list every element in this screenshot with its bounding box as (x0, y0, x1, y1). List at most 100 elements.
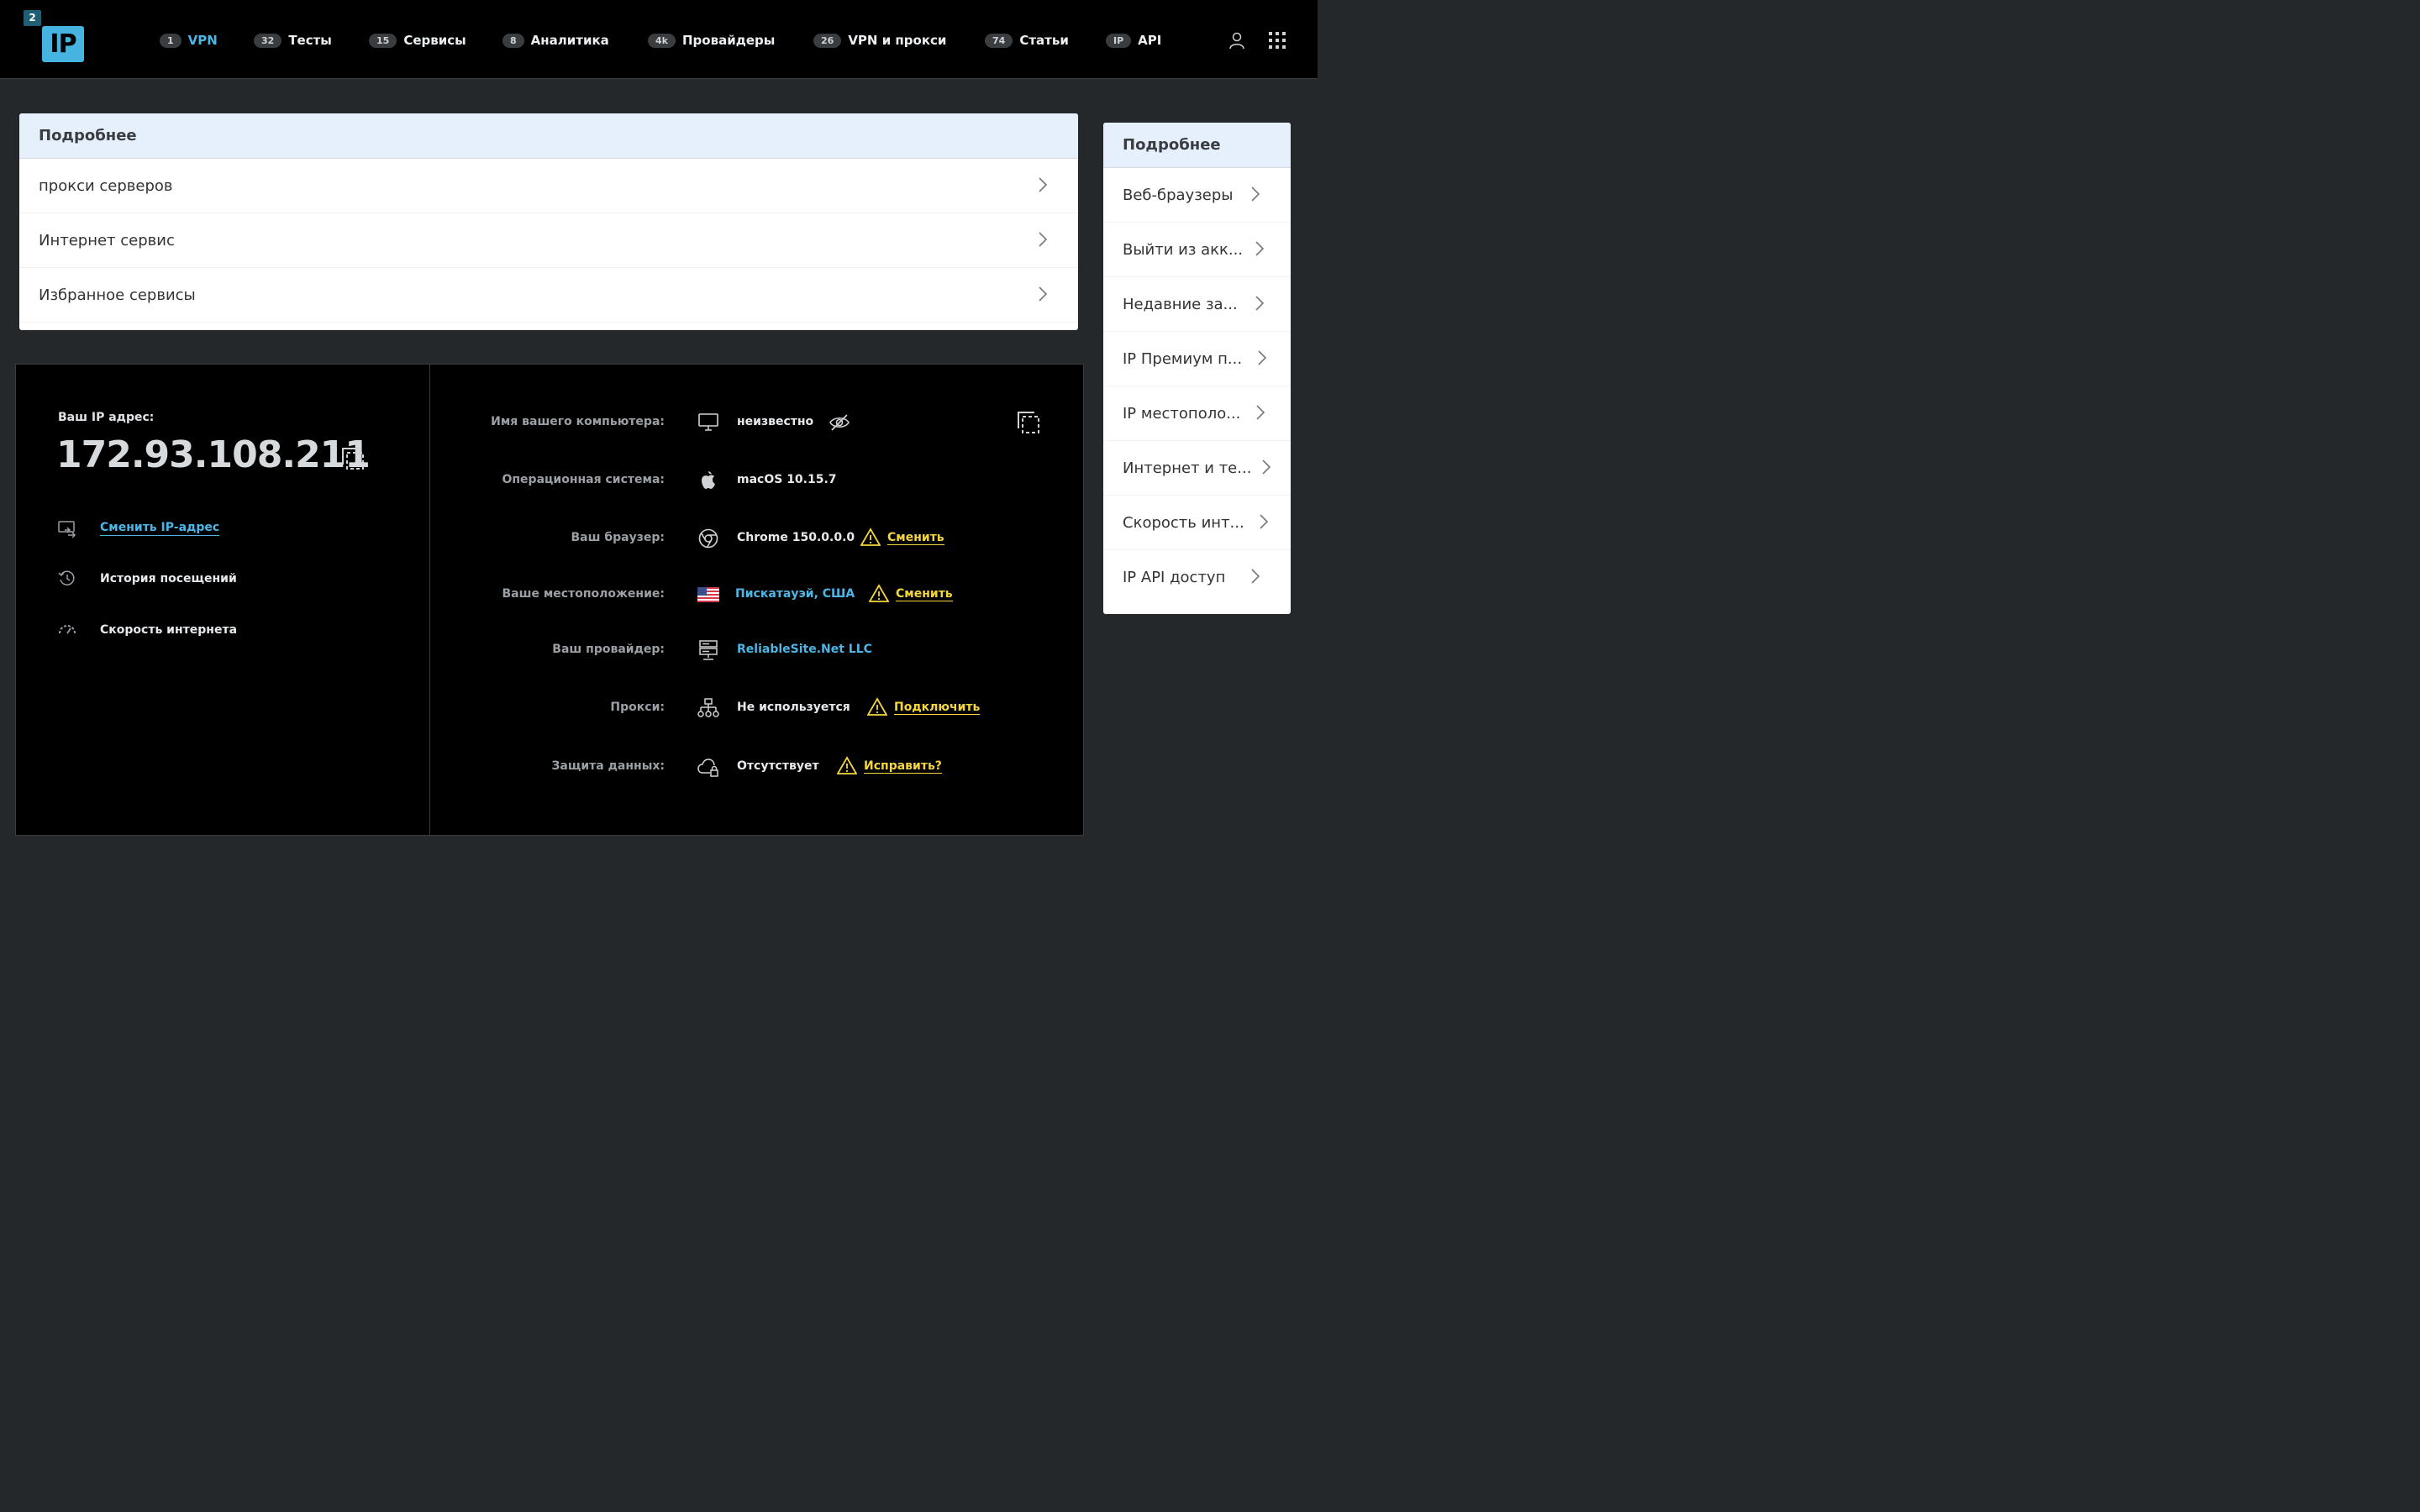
proxy-label: Прокси: (610, 701, 665, 714)
speed-link[interactable]: Скорость интернета (58, 621, 237, 639)
ip-info-panel: Ваш IP адрес: 172.93.108.211 Сменить IP-… (15, 364, 1084, 836)
info-row-computer-name: Имя вашего компьютера: неизвестно (430, 410, 1082, 435)
chevron-right-icon (1258, 350, 1267, 365)
card-item-internet-service[interactable]: Интернет сервис (19, 213, 1078, 268)
info-row-os: Операционная система: macOS 10.15.7 (430, 468, 1082, 493)
side-item-label: Выйти из акк... (1123, 240, 1244, 259)
nav-label: VPN (187, 33, 218, 48)
top-header: 2 IP 1 VPN 32 Тесты 15 Сервисы 8 Аналити… (0, 0, 1318, 79)
protection-value: Отсутствует (737, 759, 819, 773)
nav-badge: 74 (985, 33, 1013, 48)
monitor-icon (698, 413, 718, 431)
nav-item-articles[interactable]: 74 Статьи (985, 30, 1069, 50)
nav-label: Провайдеры (681, 33, 776, 48)
apps-grid-icon[interactable] (1267, 30, 1287, 50)
proxy-value: Не используется (737, 701, 850, 714)
side-item-ip-location[interactable]: IP местополо... (1103, 386, 1291, 441)
side-item-ip-api[interactable]: IP API доступ (1103, 550, 1291, 604)
nav-item-analytics[interactable]: 8 Аналитика (502, 30, 609, 50)
location-value[interactable]: Пискатауэй, США (735, 587, 855, 601)
side-item-logout[interactable]: Выйти из акк... (1103, 223, 1291, 277)
site-logo[interactable]: 2 IP (24, 10, 84, 62)
user-icon[interactable] (1227, 30, 1247, 50)
history-link[interactable]: История посещений (58, 570, 237, 588)
ip-label: Ваш IP адрес: (58, 411, 155, 424)
change-ip-icon (58, 521, 76, 538)
nav-item-vpn[interactable]: 1 VPN (160, 30, 218, 50)
copy-info-icon[interactable] (1016, 410, 1041, 435)
history-label: История посещений (100, 572, 237, 585)
logo-badge: 2 (24, 10, 41, 26)
nav-badge: IP (1106, 33, 1132, 48)
os-label: Операционная система: (502, 473, 665, 486)
chevron-right-icon (1260, 514, 1269, 529)
card-item-favorite-services[interactable]: Избранное сервисы (19, 268, 1078, 323)
side-item-label: IP Премиум п... (1123, 349, 1243, 368)
warning-icon (837, 756, 857, 774)
speed-label: Скорость интернета (100, 623, 238, 637)
side-item-recent[interactable]: Недавние за... (1103, 277, 1291, 332)
protection-fix-label: Исправить? (864, 759, 942, 774)
computer-name-label: Имя вашего компьютера: (491, 415, 665, 428)
copy-ip-icon[interactable] (340, 446, 366, 471)
chevron-right-icon (1039, 232, 1048, 247)
proxy-connect-link[interactable]: Подключить (867, 697, 981, 717)
card-item-label: Интернет сервис (39, 231, 175, 249)
side-item-label: Интернет и те... (1123, 459, 1252, 477)
side-item-ip-premium[interactable]: IP Премиум п... (1103, 332, 1291, 386)
change-ip-link[interactable]: Сменить IP-адрес (58, 519, 220, 538)
hidden-eye-icon[interactable] (829, 412, 850, 433)
chevron-right-icon (1255, 296, 1265, 311)
speedometer-icon (59, 625, 76, 634)
warning-icon (867, 697, 887, 716)
chevron-right-icon (1251, 186, 1260, 202)
side-item-internet-tech[interactable]: Интернет и те... (1103, 441, 1291, 496)
os-value: macOS 10.15.7 (737, 473, 837, 486)
chevron-right-icon (1256, 405, 1265, 420)
side-item-internet-speed[interactable]: Скорость инт... (1103, 496, 1291, 550)
chrome-icon (698, 528, 718, 549)
nav-item-providers[interactable]: 4k Провайдеры (648, 30, 775, 50)
browser-change-label: Сменить (887, 530, 944, 545)
nav-badge: 26 (813, 33, 842, 48)
info-row-proxy: Прокси: Не используется Подключить (430, 696, 1082, 721)
provider-label: Ваш провайдер: (552, 643, 665, 656)
card-item-label: прокси серверов (39, 176, 173, 195)
location-change-link[interactable]: Сменить (869, 584, 953, 604)
location-change-label: Сменить (896, 586, 953, 601)
chevron-right-icon (1251, 569, 1260, 584)
browser-change-link[interactable]: Сменить (860, 528, 944, 548)
browser-label: Ваш браузер: (571, 531, 665, 544)
chevron-right-icon (1039, 286, 1048, 302)
nav-item-tests[interactable]: 32 Тесты (254, 30, 332, 50)
nav-item-services[interactable]: 15 Сервисы (369, 30, 466, 50)
protection-fix-link[interactable]: Исправить? (837, 756, 942, 776)
side-item-label: Веб-браузеры (1123, 186, 1234, 204)
nav-label: Статьи (1019, 33, 1069, 48)
side-details-card: Подробнее Веб-браузеры Выйти из акк... Н… (1103, 123, 1291, 614)
change-ip-label: Сменить IP-адрес (100, 521, 220, 536)
side-item-browsers[interactable]: Веб-браузеры (1103, 168, 1291, 223)
card-title: Подробнее (19, 113, 1078, 159)
history-icon (58, 570, 75, 585)
chevron-right-icon (1255, 241, 1265, 256)
provider-value[interactable]: ReliableSite.Net LLC (737, 643, 872, 656)
side-item-label: IP местополо... (1123, 404, 1241, 423)
nav-badge: 4k (648, 33, 676, 48)
side-item-label: Скорость инт... (1123, 513, 1244, 532)
browser-value: Chrome 150.0.0.0 (737, 531, 855, 544)
network-icon (697, 698, 719, 717)
apple-icon (702, 471, 715, 489)
nav-item-vpn-proxy[interactable]: 26 VPN и прокси (813, 30, 946, 50)
details-card: Подробнее прокси серверов Интернет серви… (19, 113, 1078, 330)
chevron-right-icon (1262, 459, 1271, 475)
warning-icon (860, 528, 881, 546)
us-flag-icon (697, 587, 719, 602)
location-label: Ваше местоположение: (502, 587, 666, 601)
proxy-connect-label: Подключить (894, 700, 981, 715)
card-item-proxy-servers[interactable]: прокси серверов (19, 159, 1078, 213)
side-item-label: IP API доступ (1123, 568, 1226, 586)
side-card-title: Подробнее (1103, 123, 1291, 168)
nav-item-api[interactable]: IP API (1106, 30, 1161, 50)
info-row-browser: Ваш браузер: Chrome 150.0.0.0 Сменить (430, 526, 1082, 551)
